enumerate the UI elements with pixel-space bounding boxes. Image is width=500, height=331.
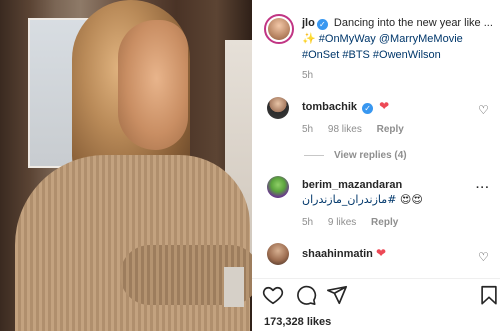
- post-media[interactable]: [0, 0, 252, 331]
- comment-text: ❤: [375, 246, 387, 260]
- comment-username[interactable]: tombachik: [302, 101, 357, 113]
- paper-plane-icon[interactable]: [326, 284, 348, 306]
- comment-time: 5h: [302, 124, 314, 135]
- comment-item: berim_mazandaran: [302, 179, 402, 191]
- caption-text: Dancing into the new year like ...: [333, 17, 493, 29]
- author-username[interactable]: jlo: [302, 17, 315, 29]
- comment-meta: 5h 9 likes Reply: [302, 217, 410, 228]
- comment-emojis: 😍😍: [399, 193, 423, 206]
- heart-outline-icon[interactable]: ♡: [478, 104, 490, 116]
- person-face: [118, 20, 188, 150]
- comment-meta: 5h 98 likes Reply: [302, 124, 416, 135]
- heart-outline-icon[interactable]: [262, 284, 284, 306]
- comment-text: ❤: [379, 99, 390, 113]
- comment-avatar[interactable]: [267, 97, 289, 119]
- heart-outline-icon[interactable]: ♡: [478, 251, 490, 263]
- verified-check-icon: ✓: [362, 103, 374, 114]
- reply-button[interactable]: Reply: [377, 124, 404, 135]
- comment-item: shaahinmatin ❤: [302, 246, 386, 260]
- comment-bubble-icon[interactable]: [295, 284, 317, 306]
- post-likes-count[interactable]: 173,328 likes: [264, 316, 331, 328]
- author-avatar[interactable]: [264, 14, 294, 44]
- comment-item: tombachik ✓ ❤: [302, 99, 389, 114]
- post-actions-bar: [262, 284, 497, 306]
- view-replies-label: View replies (4): [334, 150, 407, 161]
- post-time: 5h: [302, 70, 314, 81]
- background-counter: [224, 267, 244, 307]
- comment-avatar[interactable]: [267, 243, 289, 265]
- caption-hashtags-line1[interactable]: #OnMyWay @MarryMeMovie: [319, 33, 463, 45]
- replies-divider-line: [304, 154, 324, 156]
- comment-likes[interactable]: 9 likes: [328, 217, 356, 228]
- post-caption: jlo ✓ Dancing into the new year like ... …: [302, 15, 494, 63]
- reply-button[interactable]: Reply: [371, 217, 398, 228]
- comment-time: 5h: [302, 217, 314, 228]
- comments-panel: jlo ✓ Dancing into the new year like ... …: [252, 0, 500, 331]
- comment-likes[interactable]: 98 likes: [328, 124, 362, 135]
- actions-divider: [252, 278, 500, 279]
- comment-username[interactable]: berim_mazandaran: [302, 179, 402, 191]
- caption-hashtags-line2[interactable]: #OnSet #BTS #OwenWilson: [302, 49, 441, 61]
- comment-username[interactable]: shaahinmatin: [302, 248, 373, 260]
- more-dots-icon[interactable]: ···: [476, 182, 490, 194]
- bookmark-icon[interactable]: [478, 284, 500, 306]
- comment-text-row: مازندران_مازندران# 😍😍: [302, 193, 423, 206]
- view-replies-button[interactable]: View replies (4): [304, 150, 407, 161]
- verified-check-icon: ✓: [316, 19, 328, 30]
- comment-avatar[interactable]: [267, 176, 289, 198]
- comment-hashtag[interactable]: مازندران_مازندران#: [302, 193, 396, 206]
- sparkle-emoji-icon: ✨: [302, 33, 316, 45]
